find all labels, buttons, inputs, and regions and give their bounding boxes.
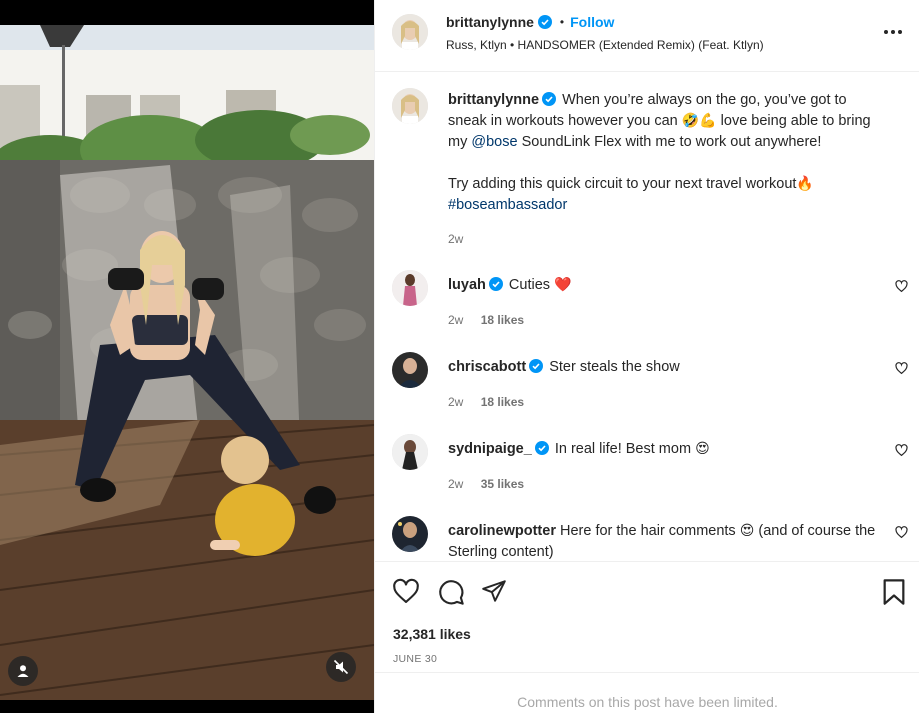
heart-outline-icon [895,526,908,539]
more-horizontal-icon [884,30,902,34]
comment-age[interactable]: 2w [448,313,463,327]
commenter-avatar[interactable] [392,434,428,470]
post-details-panel: brittanylynne • Follow Russ, Ktlyn • HAN… [374,0,919,713]
comment-age[interactable]: 2w [448,477,463,491]
caption-age[interactable]: 2w [448,232,463,246]
separator-dot: • [559,15,565,29]
commenter-avatar[interactable] [392,516,428,552]
share-button[interactable] [481,578,507,609]
comment-text: Here for the hair comments [560,523,736,539]
heart-eyes-emoji: 😍 [739,523,755,539]
commenter-avatar[interactable] [392,270,428,306]
comment-text: Cuties [508,277,551,293]
like-comment-button[interactable] [895,526,908,544]
post-actions [375,563,919,623]
post-date[interactable]: JUNE 30 [393,653,437,665]
like-comment-button[interactable] [895,362,908,380]
comment-username[interactable]: sydnipaige_ [448,441,532,457]
paper-plane-icon [482,580,506,602]
comment-likes[interactable]: 18 likes [481,313,524,327]
user-icon [17,665,29,677]
like-button[interactable] [392,578,420,611]
bookmark-icon [883,579,905,605]
comment-icon [439,580,464,605]
post-media[interactable] [0,0,374,713]
audio-track-link[interactable]: Russ, Ktlyn • HANDSOMER (Extended Remix)… [446,38,764,52]
caption-text: SoundLink Flex with me to work out anywh… [521,134,822,150]
more-options-button[interactable] [883,22,903,47]
heart-outline-icon [895,280,908,293]
comment-username[interactable]: carolinewpotter [448,523,556,539]
commenter-avatar[interactable] [392,352,428,388]
speaker-muted-icon [333,659,349,675]
like-comment-button[interactable] [895,280,908,298]
comment-username[interactable]: luyah [448,277,486,293]
post-header: brittanylynne • Follow Russ, Ktlyn • HAN… [375,0,919,72]
tagged-users-button[interactable] [8,656,38,686]
caption-username[interactable]: brittanylynne [448,92,539,108]
heart-outline-icon [895,362,908,375]
divider [375,672,919,673]
verified-badge-icon [534,441,549,455]
verified-badge-icon [529,359,544,373]
fire-emoji: 🔥 [796,176,814,192]
comment-likes[interactable]: 35 likes [481,477,524,491]
comments-list[interactable]: brittanylynne When you’re always on the … [375,73,919,562]
comment-button[interactable] [437,578,465,611]
comment-username[interactable]: chriscabott [448,359,526,375]
save-button[interactable] [882,578,906,611]
mention-link[interactable]: @bose [471,134,517,150]
comment-text: Ster steals the show [549,359,680,375]
caption-text: Try adding this quick circuit to your ne… [448,176,797,192]
comments-limited-notice: Comments on this post have been limited. [517,694,778,710]
heart-eyes-emoji: 😍 [695,441,710,457]
like-comment-button[interactable] [895,444,908,462]
heart-icon [393,578,419,603]
follow-button[interactable]: Follow [570,14,614,30]
verified-badge-icon [537,15,552,29]
mute-toggle-button[interactable] [326,652,356,682]
author-avatar[interactable] [392,88,428,124]
likes-count[interactable]: 32,381 likes [393,626,471,642]
caption-emoji: 🤣💪 [681,113,717,129]
author-username[interactable]: brittanylynne [446,14,534,30]
heart-emoji: ❤️ [554,277,572,293]
hashtag-link[interactable]: #boseambassador [448,197,567,213]
verified-badge-icon [488,277,503,291]
comment-likes[interactable]: 18 likes [481,395,524,409]
author-avatar[interactable] [392,14,428,50]
heart-outline-icon [895,444,908,457]
verified-badge-icon [542,92,557,106]
comment-text: In real life! Best mom [554,441,692,457]
comment-age[interactable]: 2w [448,395,463,409]
video-frame[interactable] [0,25,374,700]
